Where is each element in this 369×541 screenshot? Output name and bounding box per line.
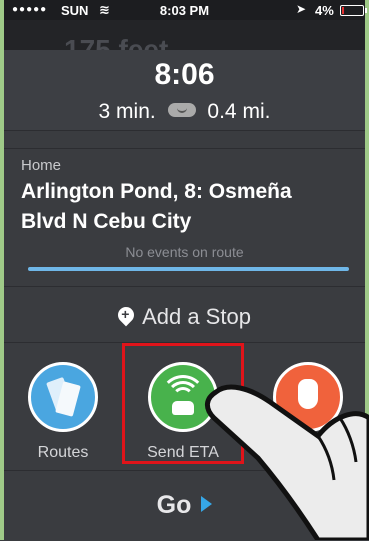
pin-plus-icon bbox=[114, 303, 138, 327]
routes-label: Routes bbox=[37, 444, 89, 461]
highlight-box bbox=[122, 343, 244, 464]
nav-instruction-header: 175 feet bbox=[4, 20, 365, 50]
stop-label: Stop bbox=[291, 444, 325, 461]
instruction-distance: 175 feet bbox=[64, 34, 169, 50]
clock: 8:03 PM bbox=[159, 3, 210, 18]
routes-icon bbox=[28, 362, 98, 432]
route-progress-bar bbox=[28, 267, 349, 271]
location-arrow-icon: ➤ bbox=[296, 2, 307, 16]
battery-percent: 4% bbox=[315, 3, 334, 18]
address-line-2: Blvd N Cebu City bbox=[21, 210, 192, 233]
trip-summary: 3 min. 0.4 mi. bbox=[4, 100, 365, 124]
routes-button[interactable]: Routes bbox=[13, 350, 113, 461]
car-icon bbox=[167, 103, 196, 118]
stop-button[interactable]: Stop bbox=[258, 350, 358, 461]
background-strip-right bbox=[365, 0, 369, 540]
route-events-text: No events on route bbox=[125, 244, 244, 260]
arrival-time: 8:06 bbox=[154, 58, 215, 91]
go-button[interactable]: Go bbox=[4, 470, 365, 541]
add-stop-label: Add a Stop bbox=[142, 304, 251, 329]
play-arrow-icon bbox=[201, 496, 213, 513]
go-label: Go bbox=[156, 491, 192, 519]
eta-panel: 8:06 3 min. 0.4 mi. bbox=[4, 50, 365, 131]
address-line-1: Arlington Pond, 8: Osmeña bbox=[21, 180, 292, 203]
battery-icon bbox=[340, 5, 367, 16]
destination-label: Home bbox=[21, 157, 62, 174]
stop-hand-icon bbox=[273, 362, 343, 432]
status-bar: ●●●●● SUN ≋ 8:03 PM ➤ 4% bbox=[4, 0, 367, 20]
trip-duration: 3 min. bbox=[98, 100, 156, 123]
add-stop-button[interactable]: Add a Stop bbox=[4, 286, 365, 343]
destination-address: Arlington Pond, 8: Osmeña Blvd N Cebu Ci… bbox=[21, 177, 351, 237]
destination-panel[interactable]: Home Arlington Pond, 8: Osmeña Blvd N Ce… bbox=[4, 148, 365, 287]
trip-distance: 0.4 mi. bbox=[207, 100, 271, 123]
